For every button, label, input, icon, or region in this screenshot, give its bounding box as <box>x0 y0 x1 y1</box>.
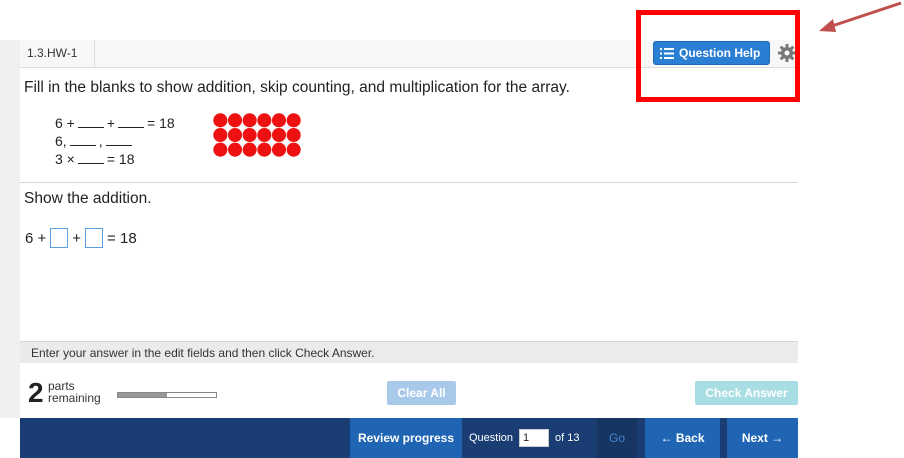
blank-line <box>105 134 132 146</box>
assignment-label: 1.3.HW-1 <box>27 46 78 60</box>
equation-text: 6, <box>55 133 67 149</box>
array-dot <box>242 113 257 128</box>
array-dot <box>213 142 228 157</box>
highlight-box <box>636 10 800 102</box>
equation-text: + <box>106 115 116 131</box>
array-dot <box>271 142 287 157</box>
array-dot <box>271 113 287 128</box>
question-number-input[interactable]: 1 <box>519 429 550 447</box>
answer-prefix: 6 + <box>25 229 47 247</box>
answer-input-1[interactable] <box>50 228 69 248</box>
blank-line <box>77 152 104 164</box>
next-button[interactable]: Next → <box>727 418 798 458</box>
arrow-pointer-icon <box>819 1 902 32</box>
array-dot <box>286 142 301 157</box>
parts-remaining-label: parts remaining <box>48 380 101 404</box>
array-dot <box>213 113 228 128</box>
part-prompt: Show the addition. <box>24 190 152 207</box>
parts-progress-fill <box>118 393 167 397</box>
remaining-word: remaining <box>48 391 101 405</box>
blank-line <box>69 134 96 146</box>
hint-text: Enter your answer in the edit fields and… <box>31 346 375 360</box>
divider <box>20 182 798 183</box>
status-row: 2 parts remaining Clear All Check Answer <box>20 363 798 417</box>
instructions-text: Fill in the blanks to show addition, ski… <box>24 79 570 96</box>
equation-text: = 18 <box>106 151 135 167</box>
blank-line <box>77 116 104 128</box>
clear-all-button[interactable]: Clear All <box>387 381 456 405</box>
array-dot <box>257 127 272 143</box>
equation-text: 3 × <box>55 151 75 167</box>
hint-bar: Enter your answer in the edit fields and… <box>20 341 798 363</box>
array-dot <box>242 142 257 157</box>
array-dot <box>227 113 243 128</box>
bottom-nav-bar: Review progress Question 1 of 13 Go ← Ba… <box>20 418 798 458</box>
equation-text: 6 + <box>55 115 75 131</box>
header-separator <box>94 40 95 68</box>
parts-count: 2 <box>28 377 44 408</box>
left-margin-strip <box>0 40 20 418</box>
equation-multiplication: 3 × = 18 <box>55 151 135 167</box>
equation-text: , <box>98 133 103 149</box>
answer-plus: + <box>72 229 82 247</box>
equation-skip-counting: 6,, <box>55 133 135 149</box>
go-button[interactable]: Go <box>597 418 637 458</box>
array-dot <box>257 113 272 128</box>
array-dot <box>271 127 287 143</box>
dot-array <box>213 113 301 157</box>
array-dot <box>286 113 301 128</box>
array-dot <box>257 142 272 157</box>
review-progress-button[interactable]: Review progress <box>350 418 462 458</box>
array-dot <box>213 127 228 143</box>
array-dot <box>227 127 243 143</box>
question-label: Question <box>469 432 514 444</box>
answer-suffix: = 18 <box>107 229 137 247</box>
equation-addition: 6 + + = 18 <box>55 115 175 131</box>
question-selector: Question 1 of 13 <box>469 418 580 458</box>
question-total: of 13 <box>555 432 580 444</box>
array-dot <box>242 127 257 143</box>
back-button[interactable]: ← Back <box>645 418 720 458</box>
answer-row: 6 + + = 18 <box>25 228 137 248</box>
answer-input-2[interactable] <box>85 228 104 248</box>
array-dot <box>227 142 243 157</box>
blank-line <box>118 116 145 128</box>
check-answer-button[interactable]: Check Answer <box>695 381 798 405</box>
parts-progress-bar <box>117 392 217 398</box>
stage: 1.3.HW-1 Question Help Fill in the blank… <box>0 0 904 458</box>
equation-text: = 18 <box>147 115 175 131</box>
array-dot <box>286 127 301 143</box>
